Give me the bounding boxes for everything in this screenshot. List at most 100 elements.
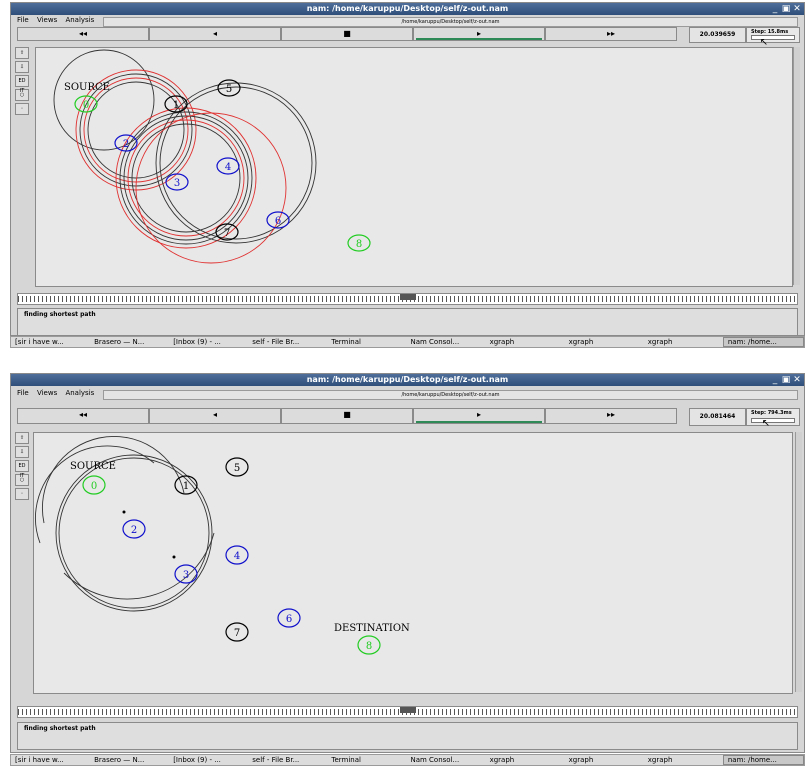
step-slider[interactable] [751, 418, 795, 423]
node-6-label: 6 [286, 614, 292, 625]
zoom-in-icon[interactable]: ⇧ [15, 432, 29, 444]
tool-column: ⇧ ⇩ ED IT ○ ◦ [15, 432, 29, 502]
menu-analysis[interactable]: Analysis [65, 16, 94, 24]
step-back-button[interactable]: ◂ [149, 408, 281, 424]
packet-dot [172, 555, 176, 559]
timeline[interactable] [17, 706, 798, 718]
play-button[interactable]: ▸ [413, 27, 545, 41]
rewind-button[interactable]: ◂◂ [17, 27, 149, 41]
taskbar-item[interactable]: xgraph [644, 338, 723, 346]
timeline-marker[interactable] [399, 707, 416, 713]
wave-ring [135, 112, 287, 264]
menu-views[interactable]: Views [37, 389, 57, 397]
taskbar-item[interactable]: self - File Br... [248, 338, 327, 346]
vertical-scrollbar[interactable] [793, 47, 800, 285]
node-8-label: 8 [366, 641, 372, 652]
node-2-label: 2 [131, 525, 137, 536]
sim-time: 20.081464 [689, 408, 746, 426]
zoom-in-icon[interactable]: ⇧ [15, 47, 29, 59]
menu-analysis[interactable]: Analysis [65, 389, 94, 397]
maximize-button[interactable]: ▣ [781, 3, 791, 15]
source-label: SOURCE [70, 461, 116, 472]
taskbar-item[interactable]: Brasero — N... [90, 338, 169, 346]
stop-button[interactable]: ■ [281, 27, 413, 41]
step-control[interactable]: Step: 15.8ms [746, 27, 800, 43]
minimize-button[interactable]: _ [770, 374, 780, 386]
status-text: finding shortest path [24, 311, 96, 318]
status-panel: finding shortest path [17, 722, 798, 750]
node-1-label: 1 [183, 481, 189, 492]
rewind-button[interactable]: ◂◂ [17, 408, 149, 424]
step-back-button[interactable]: ◂ [149, 27, 281, 41]
node-4-label: 4 [225, 162, 231, 173]
fast-forward-button[interactable]: ▸▸ [545, 27, 677, 41]
close-button[interactable]: ✕ [792, 374, 802, 386]
step-slider[interactable] [751, 35, 795, 40]
play-button[interactable]: ▸ [413, 408, 545, 424]
taskbar-item[interactable]: self - File Br... [248, 756, 327, 764]
playback-controls: ◂◂ ◂ ■ ▸ ▸▸ [17, 408, 677, 424]
minimize-button[interactable]: _ [770, 3, 780, 15]
title-bar: nam: /home/karuppu/Desktop/self/z-out.na… [11, 374, 804, 386]
node-5-label: 5 [226, 84, 232, 95]
node-4-label: 4 [234, 551, 240, 562]
taskbar-item[interactable]: xgraph [565, 756, 644, 764]
title-bar: nam: /home/karuppu/Desktop/self/z-out.na… [11, 3, 804, 15]
taskbar-item[interactable]: xgraph [486, 338, 565, 346]
node-2-label: 2 [123, 139, 129, 150]
taskbar-item-active[interactable]: nam: /home... [722, 755, 804, 765]
node-8-label: 8 [356, 239, 362, 250]
taskbar-item[interactable]: [Inbox (9) - ... [169, 756, 248, 764]
taskbar-item[interactable]: Nam Consol... [406, 756, 485, 764]
node-0-label: 0 [91, 481, 97, 492]
taskbar-item[interactable]: xgraph [565, 338, 644, 346]
taskbar-item[interactable]: xgraph [644, 756, 723, 764]
taskbar-item[interactable]: Nam Consol... [406, 338, 485, 346]
packet-dot [122, 510, 126, 514]
network-canvas[interactable]: SOURCE 0 1 2 3 4 5 6 7 8 [35, 47, 793, 287]
zoom-out-icon[interactable]: ⇩ [15, 61, 29, 73]
node-7-label: 7 [224, 228, 230, 239]
tool-column: ⇧ ⇩ ED IT ○ ◦ [15, 47, 29, 117]
destination-label: DESTINATION [334, 623, 410, 634]
close-button[interactable]: ✕ [792, 3, 802, 15]
network-view: SOURCE DESTINATION 0 1 2 3 4 5 6 7 8 [35, 435, 410, 655]
timeline[interactable] [17, 293, 798, 305]
timeline-marker[interactable] [399, 294, 416, 300]
link-tool-icon[interactable]: ◦ [15, 103, 29, 115]
source-label: SOURCE [64, 82, 110, 93]
taskbar-item-active[interactable]: nam: /home... [722, 337, 804, 347]
mouse-pointer-icon: ↖ [761, 418, 770, 429]
link-tool-icon[interactable]: ◦ [15, 488, 29, 500]
node-1-label: 1 [173, 100, 179, 111]
taskbar-item[interactable]: [sir i have w... [11, 338, 90, 346]
taskbar-item[interactable]: [sir i have w... [11, 756, 90, 764]
taskbar-item[interactable]: xgraph [486, 756, 565, 764]
menu-file[interactable]: File [17, 389, 29, 397]
menu-file[interactable]: File [17, 16, 29, 24]
node-6-label: 6 [275, 216, 281, 227]
vertical-scrollbar[interactable] [795, 432, 802, 692]
step-label: Step: 794.3ms [751, 410, 792, 416]
file-path: /home/karuppu/Desktop/self/z-out.nam [103, 390, 798, 400]
zoom-out-icon[interactable]: ⇩ [15, 446, 29, 458]
taskbar-item[interactable]: Terminal [327, 756, 406, 764]
menu-views[interactable]: Views [37, 16, 57, 24]
taskbar-item[interactable]: Terminal [327, 338, 406, 346]
maximize-button[interactable]: ▣ [781, 374, 791, 386]
taskbar-item[interactable]: Brasero — N... [90, 756, 169, 764]
network-canvas[interactable]: SOURCE DESTINATION 0 1 2 3 4 5 6 7 8 [33, 432, 793, 694]
node-tool-icon[interactable]: ○ [15, 89, 29, 101]
node-tool-icon[interactable]: ○ [15, 474, 29, 486]
nam-window-bottom: nam: /home/karuppu/Desktop/self/z-out.na… [10, 373, 805, 753]
step-control[interactable]: Step: 794.3ms [746, 408, 800, 426]
taskbar-item[interactable]: [Inbox (9) - ... [169, 338, 248, 346]
playback-controls: ◂◂ ◂ ■ ▸ ▸▸ [17, 27, 677, 41]
node-5-label: 5 [234, 463, 240, 474]
edit-tool[interactable]: ED IT [15, 75, 29, 94]
edit-tool[interactable]: ED IT [15, 460, 29, 479]
fast-forward-button[interactable]: ▸▸ [545, 408, 677, 424]
sim-time: 20.039659 [689, 27, 746, 43]
stop-button[interactable]: ■ [281, 408, 413, 424]
wave-arc [41, 435, 185, 524]
